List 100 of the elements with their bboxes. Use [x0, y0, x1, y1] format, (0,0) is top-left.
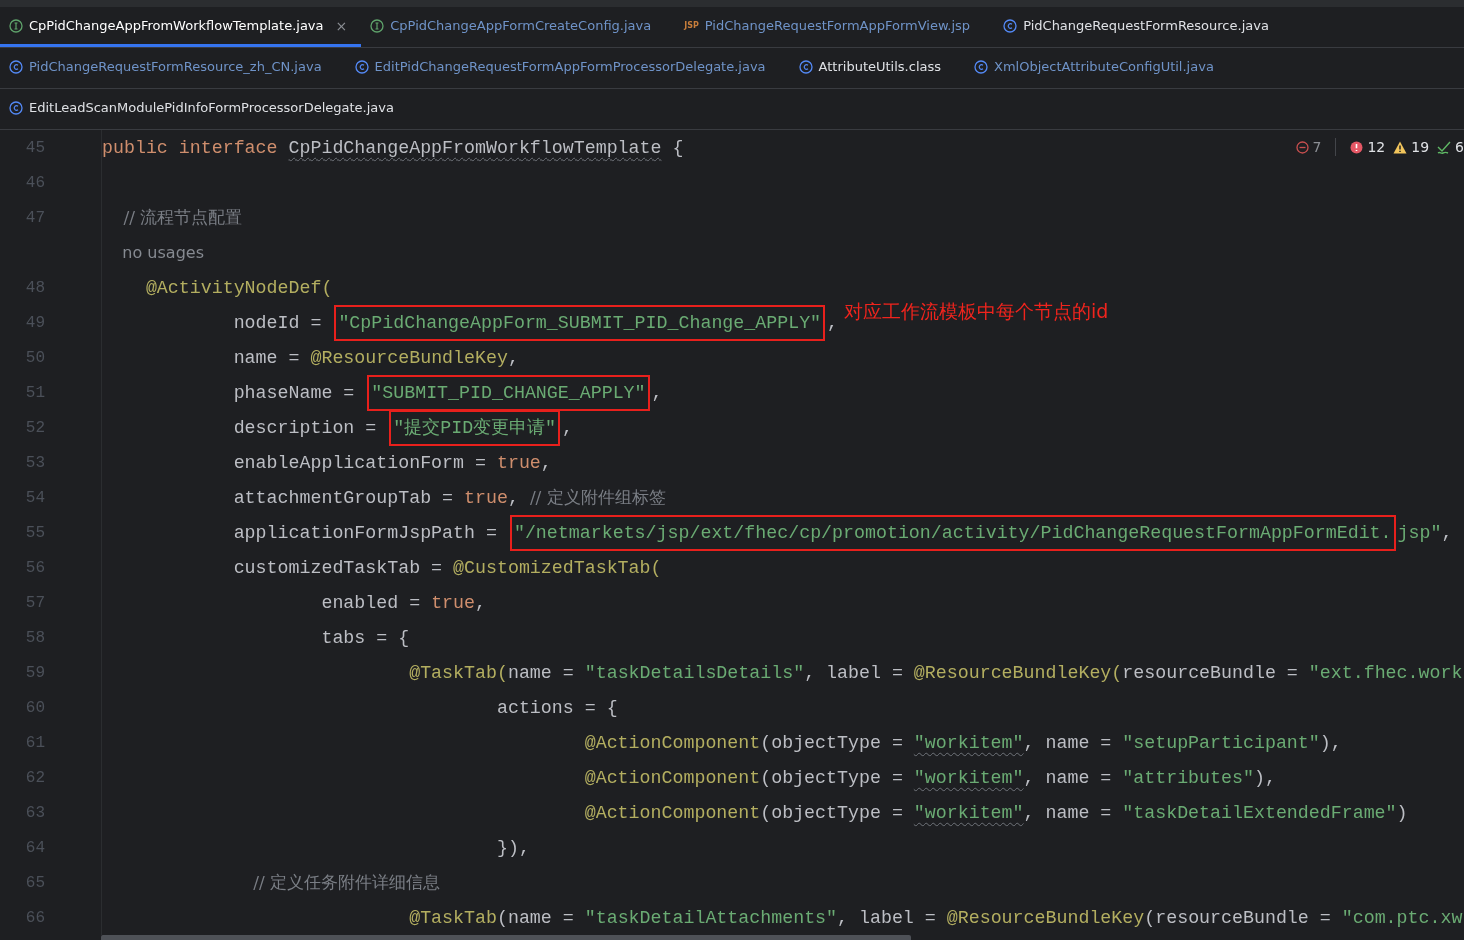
tab-label: CpPidChangeAppFormCreateConfig.java [390, 18, 652, 33]
string-literal: "CpPidChangeAppForm_SUBMIT_PID_Change_APPLY" [334, 304, 826, 341]
code-text: (name = [496, 907, 575, 928]
editor-tab[interactable]: PidChangeRequestFormResource.java [994, 7, 1293, 47]
code-text: { [671, 137, 684, 158]
code-text: , label = [837, 907, 937, 928]
string-literal: "提交PID变更申请" [389, 409, 561, 446]
code-text: (resourceBundle = [1144, 907, 1332, 928]
code-text: tabs = { [320, 627, 410, 648]
string-literal: "workitem" [913, 802, 1024, 823]
annotation: @ActivityNodeDef( [144, 277, 333, 298]
class-file-icon [354, 59, 369, 74]
code-text: ), [1253, 767, 1276, 788]
string-literal: "workitem" [913, 767, 1024, 788]
inspection-count[interactable]: 6 [1455, 139, 1464, 155]
code-text: CpPidChangeAppFromWorkflowTemplate [288, 137, 662, 158]
code-text: customizedTaskTab = [232, 557, 444, 578]
annotation-note: 对应工作流模板中每个节点的id [844, 298, 1109, 324]
class-file-icon [9, 59, 23, 74]
string-literal: "taskDetailAttachments" [584, 907, 838, 928]
annotation: @ActionComponent [583, 802, 761, 823]
string-literal: "attributes" [1122, 767, 1254, 788]
tab-label: CpPidChangeAppFromWorkflowTemplate.java [29, 18, 324, 33]
code-text: actions = { [495, 697, 618, 718]
editor-tab[interactable]: EditPidChangeRequestFormAppFormProcessorDelegate.java [345, 48, 790, 88]
code-text: ), [1319, 732, 1342, 753]
code-text: nodeId = [232, 312, 323, 333]
string-literal: "ext.fhec.work [1308, 662, 1463, 683]
code-text: , name = [1023, 802, 1113, 823]
keyword: true [464, 487, 508, 508]
code-text: (objectType = [760, 767, 904, 788]
string-literal: "com.ptc.xw [1341, 907, 1463, 928]
code-text: , name = [1023, 767, 1113, 788]
string-literal: "taskDetailsDetails" [584, 662, 805, 683]
code-text: , [562, 417, 574, 438]
keyword: true [431, 592, 475, 613]
minus-circle-icon [1295, 140, 1309, 154]
code-text: }), [495, 837, 530, 858]
code-text: applicationFormJspPath = [232, 522, 498, 543]
code-text: , [827, 312, 839, 333]
class-file-icon [798, 59, 813, 74]
class-file-icon [974, 59, 988, 74]
editor-tab[interactable]: CpPidChangeAppFormCreateConfig.java [361, 7, 676, 47]
code-text: , [507, 487, 520, 508]
editor-tab[interactable]: AttributeUtils.class [789, 48, 965, 88]
code-text: phaseName = [232, 382, 356, 403]
code-text: attachmentGroupTab = [232, 487, 455, 508]
code-text: ) [1396, 802, 1408, 823]
code-text: , [475, 592, 486, 613]
string-literal: "/netmarkets/jsp/ext/fhec/cp/promotion/activity/PidChangeRequestFormAppFormEdit. [509, 514, 1396, 551]
error-icon [1350, 140, 1364, 154]
interface-file-icon [370, 18, 385, 33]
annotation: @CustomizedTaskTab( [453, 557, 662, 578]
code-comment: // 定义附件组标签 [529, 486, 666, 509]
warning-icon [1393, 140, 1408, 154]
code-text: resourceBundle = [1122, 662, 1299, 683]
jsp-file-icon: JSP [684, 21, 699, 30]
string-literal: "setupParticipant" [1122, 732, 1320, 753]
editor-tab[interactable]: XmlObjectAttributeConfigUtil.java [965, 48, 1238, 88]
inspection-count[interactable]: 19 [1411, 139, 1430, 155]
tab-label: EditLeadScanModulePidInfoFormProcessorDelegate.java [29, 100, 394, 115]
code-text: , label = [804, 662, 904, 683]
keyword: true [496, 452, 541, 473]
code-text: , [1441, 522, 1453, 543]
editor-tab[interactable]: EditLeadScanModulePidInfoFormProcessorDelegate.java [0, 89, 418, 129]
annotation: @TaskTab( [408, 662, 508, 683]
code-text: (objectType = [760, 732, 904, 753]
code-text: , [540, 452, 552, 473]
inspection-count[interactable]: 12 [1367, 139, 1386, 155]
tab-label: AttributeUtils.class [818, 59, 941, 74]
class-file-icon [1003, 18, 1018, 33]
keyword: public interface [102, 137, 279, 158]
interface-file-icon [9, 18, 23, 33]
check-icon [1437, 140, 1452, 154]
string-literal: "SUBMIT_PID_CHANGE_APPLY" [367, 374, 650, 411]
tab-label: PidChangeRequestFormResource.java [1023, 18, 1269, 33]
annotation: @TaskTab [408, 907, 497, 928]
annotation: @ResourceBundleKey [946, 907, 1145, 928]
inspection-count[interactable]: 7 [1312, 139, 1322, 155]
code-text: name = [507, 662, 575, 683]
string-literal: "taskDetailExtendedFrame" [1122, 802, 1397, 823]
tab-label: EditPidChangeRequestFormAppFormProcessorDelegate.java [374, 59, 766, 74]
annotation: @ActionComponent [583, 767, 761, 788]
code-text: , name = [1023, 732, 1113, 753]
code-text: enableApplicationForm = [232, 452, 487, 473]
tab-label: PidChangeRequestFormAppFormView.jsp [704, 18, 971, 33]
annotation: @ActionComponent [583, 732, 761, 753]
code-text: , [651, 382, 663, 403]
code-text: description = [232, 417, 378, 438]
class-file-icon [9, 100, 23, 115]
annotation: @ResourceBundleKey [310, 347, 508, 368]
editor-tab[interactable]: PidChangeRequestFormResource_zh_CN.java [0, 48, 346, 88]
editor-tab[interactable]: JSP PidChangeRequestFormAppFormView.jsp [675, 7, 995, 47]
usage-hint[interactable]: no usages [102, 243, 204, 262]
close-tab-button[interactable]: × [335, 17, 348, 34]
tab-label: PidChangeRequestFormResource_zh_CN.java [29, 59, 322, 74]
code-comment: // 流程节点配置 [122, 206, 243, 229]
editor-tab[interactable]: CpPidChangeAppFromWorkflowTemplate.java × [0, 7, 362, 47]
tab-label: XmlObjectAttributeConfigUtil.java [994, 59, 1214, 74]
string-literal: jsp" [1397, 522, 1442, 543]
